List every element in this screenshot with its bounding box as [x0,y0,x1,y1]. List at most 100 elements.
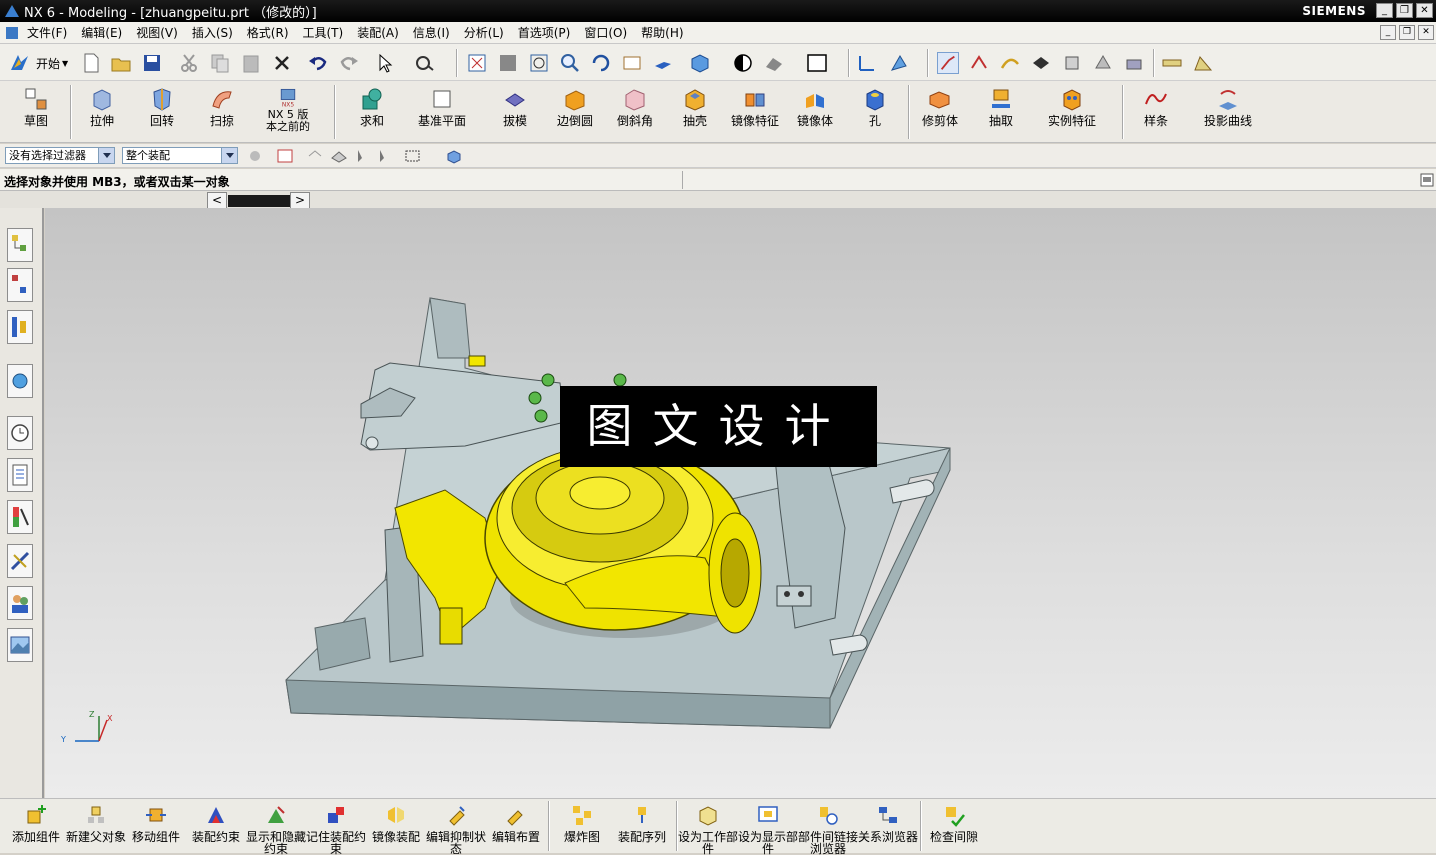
show-hide-constraints-button[interactable]: 显示和隐藏约束 [246,801,306,855]
extract-button[interactable]: 抽取 [971,84,1031,140]
menu-file[interactable]: 文件(F) [20,24,74,41]
copy-icon[interactable] [209,52,231,74]
history-tab[interactable] [7,416,33,450]
save-icon[interactable] [141,52,163,74]
snap-point-icon[interactable] [937,52,959,74]
highlight-icon[interactable] [330,148,348,164]
zoom-icon[interactable] [497,52,519,74]
redo-icon[interactable] [338,52,360,74]
relations-browser-button[interactable]: 关系浏览器 [858,801,918,855]
menu-assemblies[interactable]: 装配(A) [350,24,406,41]
roles-tab[interactable] [7,586,33,620]
feature-icon[interactable] [1092,52,1114,74]
close-button[interactable]: ✕ [1416,3,1433,18]
shell-button[interactable]: 抽壳 [665,84,725,140]
trim-body-button[interactable]: 修剪体 [910,84,970,140]
revolve-button[interactable]: 回转 [132,84,192,140]
menu-edit[interactable]: 编辑(E) [74,24,129,41]
quick-pick-icon[interactable] [354,148,372,164]
menu-window[interactable]: 窗口(O) [577,24,634,41]
new-parent-button[interactable]: 新建父对象 [66,801,126,855]
check-clearances-button[interactable]: 检查间隙 [924,801,984,855]
process-studio-tab[interactable] [7,544,33,578]
extrude-button[interactable]: 拉伸 [72,84,132,140]
fit-icon[interactable] [466,52,488,74]
nx5-legacy-button[interactable]: NX5 NX 5 版本之前的 [258,84,318,140]
menu-view[interactable]: 视图(V) [129,24,185,41]
rotate-icon[interactable] [590,52,612,74]
zoom-in-out-icon[interactable] [559,52,581,74]
datum-plane-button[interactable]: 基准平面 [412,84,472,140]
wcs-icon[interactable] [856,52,878,74]
background-icon[interactable] [763,52,785,74]
assembly-model[interactable] [45,208,1436,798]
constraint-navigator-tab[interactable] [7,268,33,302]
add-component-button[interactable]: 添加组件 [6,801,66,855]
draft-button[interactable]: 拔模 [485,84,545,140]
mirror-assembly-button[interactable]: 镜像装配 [366,801,426,855]
curve-icon[interactable] [999,52,1021,74]
spline-button[interactable]: 样条 [1126,84,1186,140]
maximize-button[interactable]: ❐ [1396,3,1413,18]
minimize-button[interactable]: _ [1376,3,1393,18]
system-materials-tab[interactable] [7,458,33,492]
face-icon[interactable] [1030,52,1052,74]
start-button[interactable]: 开始 ▼ [8,52,68,74]
rendering-style-icon[interactable] [732,52,754,74]
menu-format[interactable]: 格式(R) [240,24,296,41]
doc-close-button[interactable]: ✕ [1418,25,1434,40]
project-curve-button[interactable]: 投影曲线 [1198,84,1258,140]
orient-view-icon[interactable] [689,52,711,74]
measure-distance-icon[interactable] [1161,52,1183,74]
system-scenes-tab[interactable] [7,628,33,662]
exploded-views-button[interactable]: 爆炸图 [552,801,612,855]
interpart-link-browser-button[interactable]: 部件间链接浏览器 [798,801,858,855]
doc-restore-button[interactable]: ❐ [1399,25,1415,40]
chamfer-button[interactable]: 倒斜角 [605,84,665,140]
perspective-icon[interactable] [652,52,674,74]
sketch-button[interactable]: 草图 [6,84,66,140]
unite-button[interactable]: 求和 [342,84,402,140]
menu-tools[interactable]: 工具(T) [296,24,351,41]
menu-help[interactable]: 帮助(H) [634,24,690,41]
menu-preferences[interactable]: 首选项(P) [511,24,578,41]
sweep-button[interactable]: 扫掠 [192,84,252,140]
part-navigator-tab[interactable] [7,310,33,344]
open-icon[interactable] [110,52,132,74]
delete-icon[interactable] [271,52,293,74]
instance-feature-button[interactable]: 实例特征 [1042,84,1102,140]
component-icon[interactable] [1123,52,1145,74]
web-browser-tab[interactable] [7,364,33,398]
remember-constraints-button[interactable]: 记住装配约束 [306,801,366,855]
mirror-body-button[interactable]: 镜像体 [785,84,845,140]
scope-filter-select[interactable]: 整个装配 [122,147,238,164]
type-filter-select[interactable]: 没有选择过滤器 [5,147,115,164]
command-finder-icon[interactable] [414,52,436,74]
edit-arrangements-button[interactable]: 编辑布置 [486,801,546,855]
make-displayed-part-button[interactable]: 设为显示部件 [738,801,798,855]
menu-analysis[interactable]: 分析(L) [457,24,511,41]
select-icon[interactable] [375,52,397,74]
palette-tab[interactable] [7,500,33,534]
move-component-button[interactable]: 移动组件 [126,801,186,855]
graphics-window[interactable]: Z Y X 图文设计 [45,208,1436,798]
make-work-part-button[interactable]: 设为工作部件 [678,801,738,855]
cut-icon[interactable] [178,52,200,74]
deselect-icon[interactable] [306,148,324,164]
measure-angle-icon[interactable] [1192,52,1214,74]
point-icon[interactable] [968,52,990,74]
rectangle-select-icon[interactable] [404,148,422,164]
body-icon[interactable] [1061,52,1083,74]
paste-icon[interactable] [240,52,262,74]
assembly-navigator-tab[interactable] [7,228,33,262]
select-by-name-icon[interactable] [376,148,394,164]
color-icon[interactable] [806,52,828,74]
wcs-orient-icon[interactable] [888,52,910,74]
mirror-feature-button[interactable]: 镜像特征 [725,84,785,140]
doc-minimize-button[interactable]: _ [1380,25,1396,40]
menu-insert[interactable]: 插入(S) [185,24,240,41]
zoom-window-icon[interactable] [528,52,550,74]
component-select-icon[interactable] [445,148,463,164]
edge-blend-button[interactable]: 边倒圆 [545,84,605,140]
pan-icon[interactable] [621,52,643,74]
